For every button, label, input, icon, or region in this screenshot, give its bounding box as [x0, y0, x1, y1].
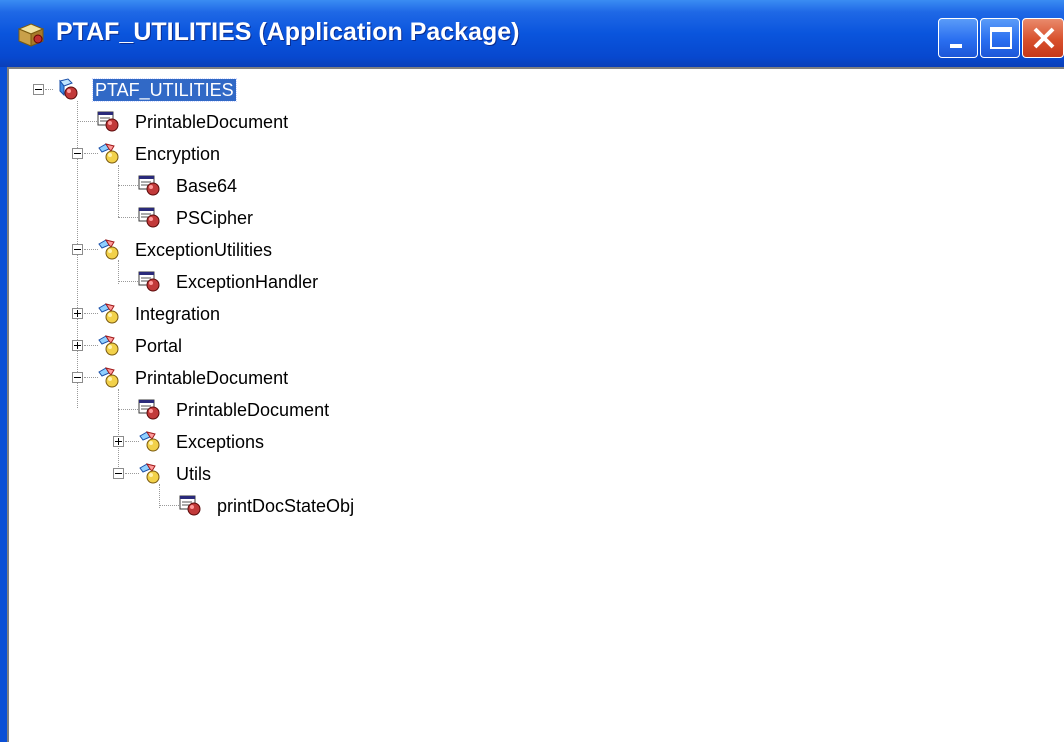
class-icon — [138, 271, 160, 292]
tree-connector — [118, 409, 138, 410]
tree-node-package[interactable]: Encryption — [133, 143, 222, 165]
package-icon — [98, 303, 119, 324]
collapse-toggle[interactable] — [33, 84, 44, 95]
tree-node-class[interactable]: PSCipher — [174, 207, 255, 229]
tree-node-class[interactable]: PrintableDocument — [174, 399, 331, 421]
minimize-icon — [950, 44, 962, 48]
package-icon — [139, 431, 160, 452]
package-icon — [98, 143, 119, 164]
title-bar[interactable]: PTAF_UTILITIES (Application Package) — [0, 0, 1064, 67]
package-icon — [98, 239, 119, 260]
package-tree[interactable]: PTAF_UTILITIES PrintableDocument Encrypt… — [9, 69, 1064, 742]
tree-connector — [118, 185, 138, 186]
tree-connector — [84, 345, 98, 346]
minimize-button[interactable] — [938, 18, 978, 58]
tree-node-package[interactable]: Integration — [133, 303, 222, 325]
collapse-toggle[interactable] — [72, 372, 83, 383]
tree-connector — [118, 389, 119, 473]
collapse-toggle[interactable] — [72, 244, 83, 255]
tree-node-root[interactable]: PTAF_UTILITIES — [92, 78, 237, 102]
class-icon — [138, 175, 160, 196]
class-icon — [138, 207, 160, 228]
maximize-button[interactable] — [980, 18, 1020, 58]
tree-node-class[interactable]: printDocStateObj — [215, 495, 356, 517]
tree-connector — [84, 377, 98, 378]
close-button[interactable] — [1022, 18, 1064, 58]
tree-view-pane[interactable]: PTAF_UTILITIES PrintableDocument Encrypt… — [7, 67, 1064, 742]
tree-connector — [77, 121, 97, 122]
tree-connector — [125, 473, 139, 474]
collapse-toggle[interactable] — [113, 468, 124, 479]
window-title: PTAF_UTILITIES (Application Package) — [56, 18, 520, 46]
tree-node-package[interactable]: Utils — [174, 463, 213, 485]
tree-node-class[interactable]: Base64 — [174, 175, 239, 197]
class-icon — [138, 399, 160, 420]
class-icon — [97, 111, 119, 132]
package-icon — [98, 335, 119, 356]
close-icon — [1033, 27, 1055, 49]
tree-connector — [118, 281, 138, 282]
tree-connector — [118, 165, 119, 217]
tree-node-package[interactable]: PrintableDocument — [133, 367, 290, 389]
package-root-icon — [59, 78, 78, 100]
package-icon — [98, 367, 119, 388]
application-package-window: PTAF_UTILITIES (Application Package) PTA… — [0, 0, 1064, 742]
expand-toggle[interactable] — [72, 340, 83, 351]
tree-connector — [45, 89, 53, 90]
tree-node-class[interactable]: ExceptionHandler — [174, 271, 320, 293]
maximize-icon — [990, 27, 1012, 49]
collapse-toggle[interactable] — [72, 148, 83, 159]
tree-node-package[interactable]: ExceptionUtilities — [133, 239, 274, 261]
package-icon — [139, 463, 160, 484]
tree-connector — [125, 441, 139, 442]
tree-connector — [84, 313, 98, 314]
tree-connector — [159, 505, 179, 506]
tree-connector — [84, 153, 98, 154]
tree-connector — [118, 217, 138, 218]
tree-connector — [84, 249, 98, 250]
tree-node-package[interactable]: Portal — [133, 335, 184, 357]
tree-node-class[interactable]: PrintableDocument — [133, 111, 290, 133]
class-icon — [179, 495, 201, 516]
expand-toggle[interactable] — [113, 436, 124, 447]
tree-node-package[interactable]: Exceptions — [174, 431, 266, 453]
application-package-icon — [17, 23, 45, 47]
expand-toggle[interactable] — [72, 308, 83, 319]
